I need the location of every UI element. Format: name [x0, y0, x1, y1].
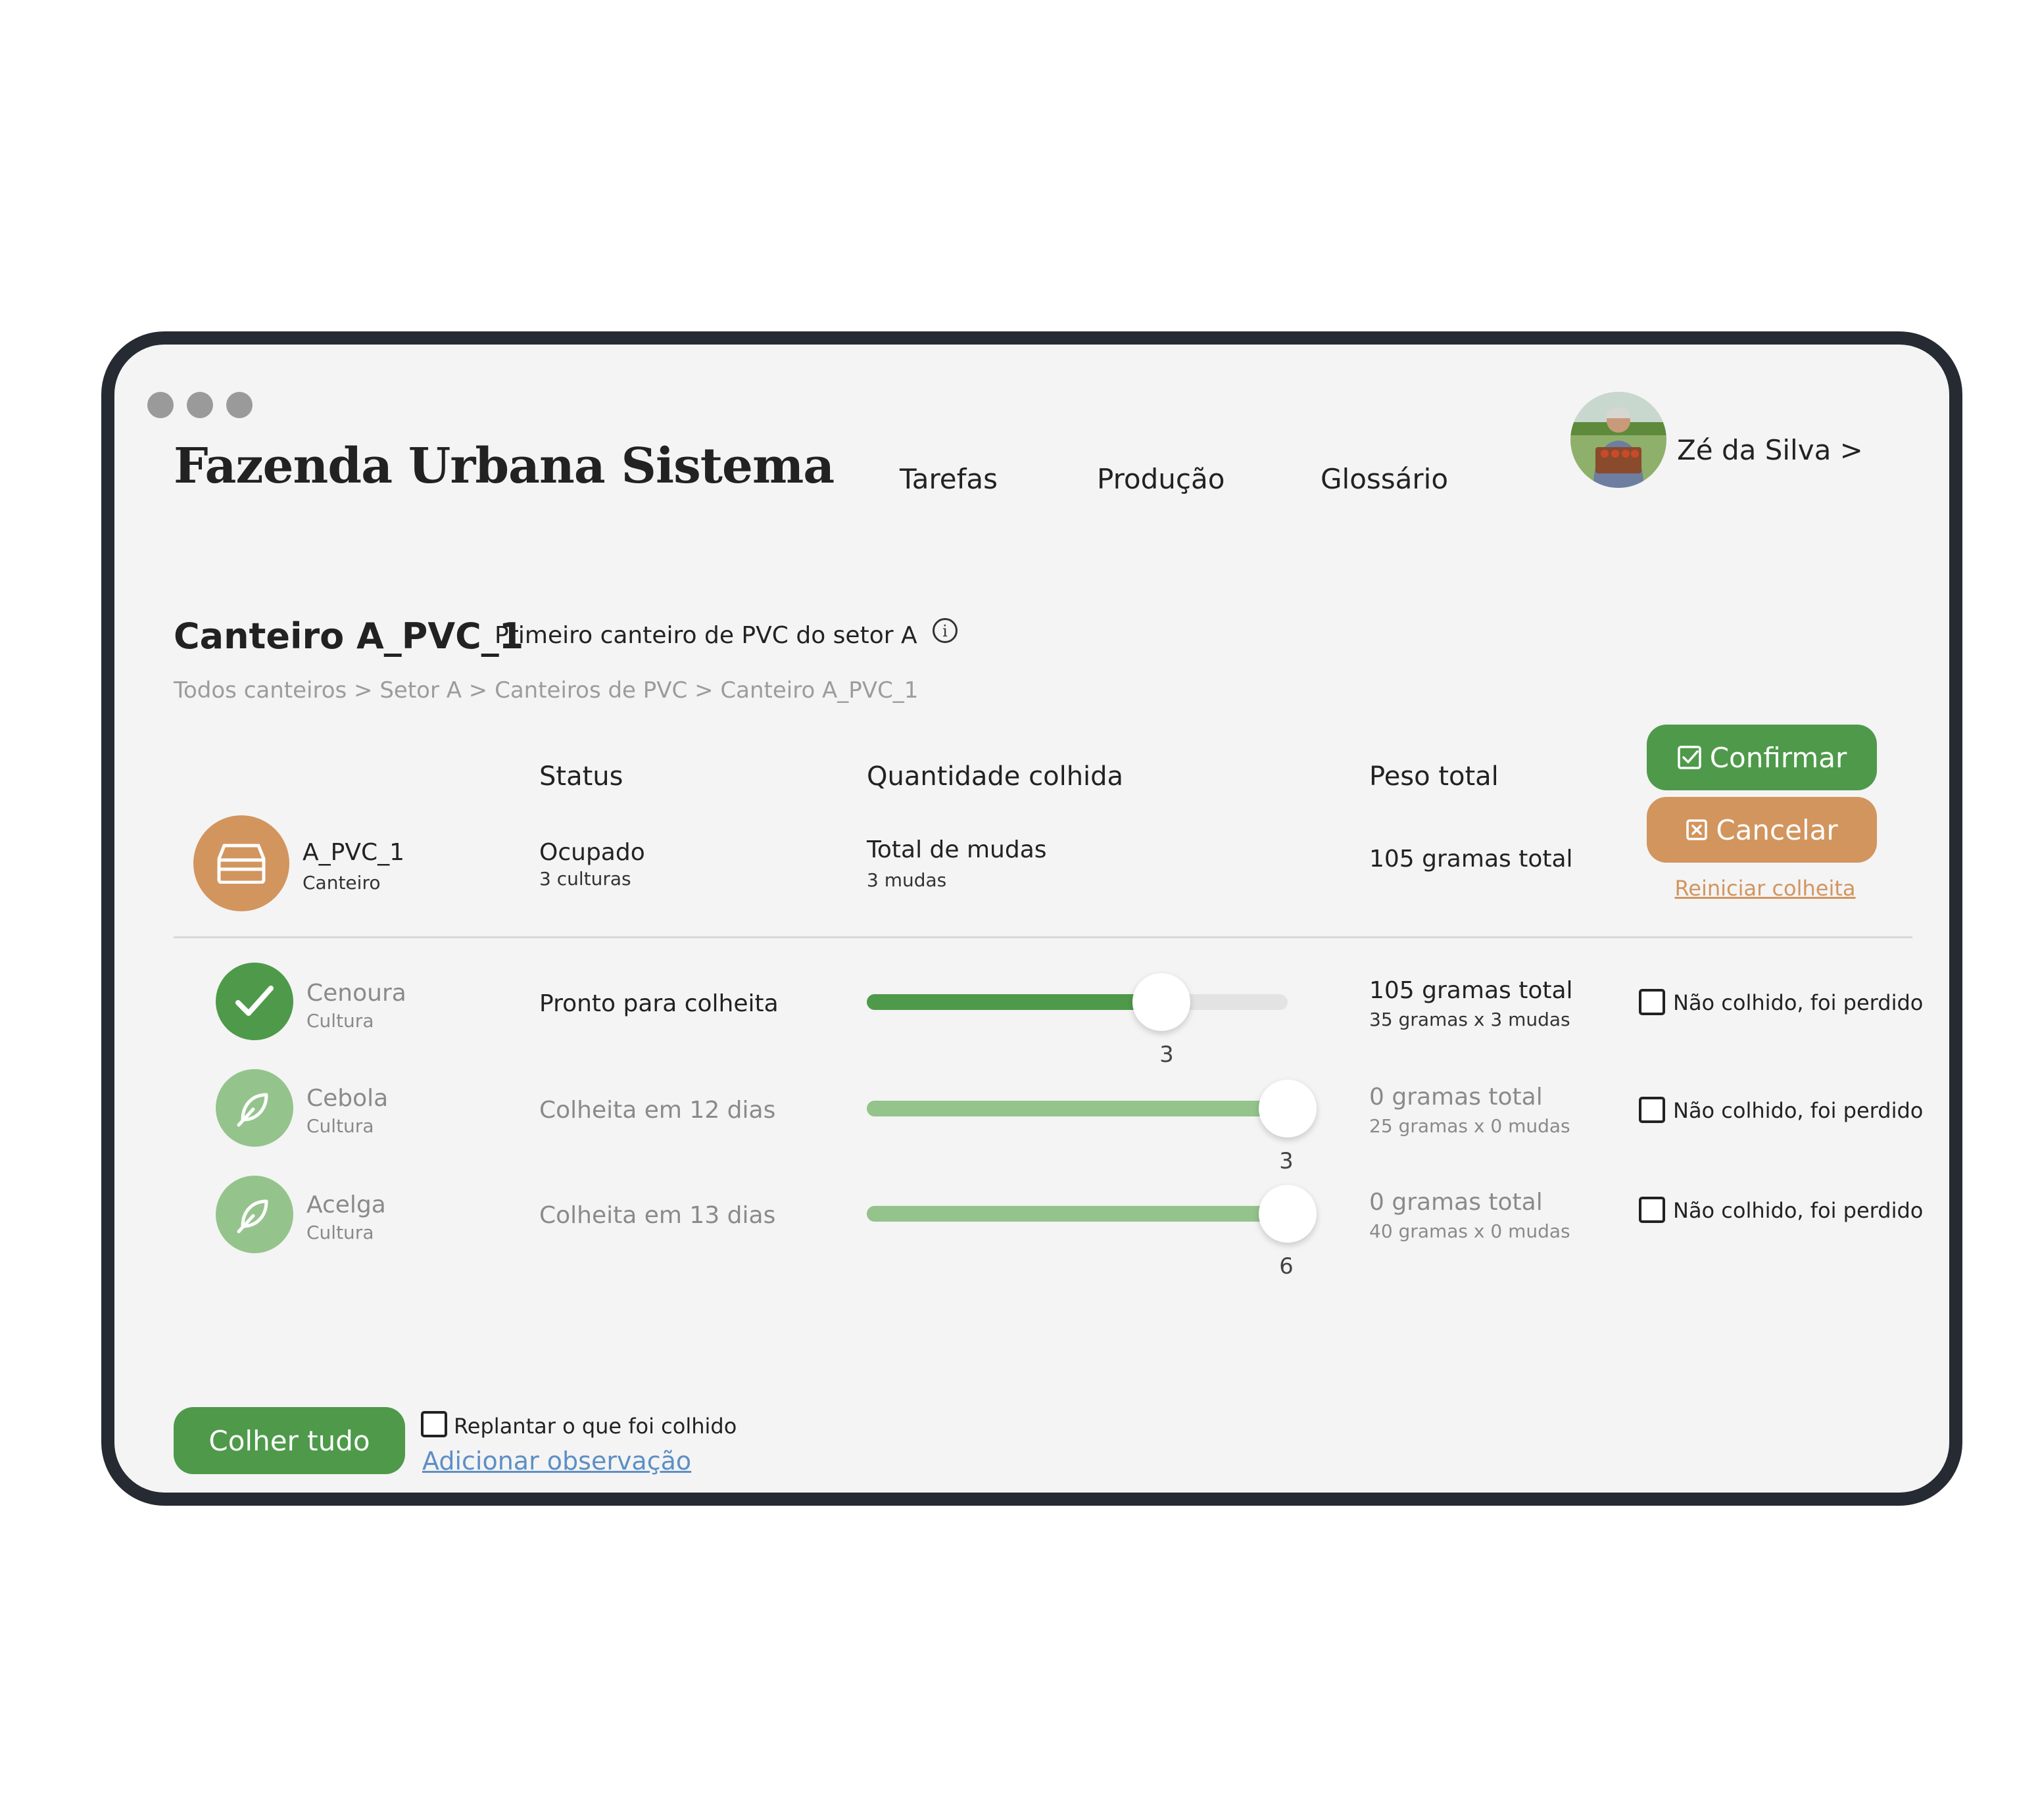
column-header-quantity: Quantidade colhida: [867, 761, 1124, 792]
lost-checkbox-label[interactable]: Não colhido, foi perdido: [1673, 990, 1923, 1015]
lost-checkbox[interactable]: [1639, 1097, 1665, 1123]
lost-checkbox-label[interactable]: Não colhido, foi perdido: [1673, 1098, 1923, 1123]
crop-weight-detail: 35 gramas x 3 mudas: [1369, 1009, 1570, 1030]
info-icon[interactable]: i: [933, 618, 958, 643]
nav-glossario[interactable]: Glossário: [1321, 463, 1448, 495]
bed-quantity-detail: 3 mudas: [867, 869, 947, 891]
slider-thumb[interactable]: [1259, 1080, 1317, 1138]
divider: [174, 936, 1912, 938]
lost-checkbox-label[interactable]: Não colhido, foi perdido: [1673, 1198, 1923, 1223]
crop-status: Pronto para colheita: [539, 990, 779, 1017]
crop-name: Cebola: [306, 1085, 389, 1112]
confirm-label: Confirmar: [1709, 741, 1847, 774]
window-dot-1[interactable]: [147, 392, 174, 418]
window-dot-3[interactable]: [226, 392, 253, 418]
slider-thumb[interactable]: [1259, 1185, 1317, 1243]
crop-type: Cultura: [306, 1010, 374, 1032]
window-dot-2[interactable]: [187, 392, 213, 418]
app-window: Fazenda Urbana Sistema Tarefas Produção …: [101, 331, 1962, 1506]
cancel-button[interactable]: Cancelar: [1647, 797, 1877, 863]
replant-checkbox-label[interactable]: Replantar o que foi colhido: [454, 1414, 737, 1439]
cancel-label: Cancelar: [1716, 813, 1838, 846]
crop-weight-total: 0 gramas total: [1369, 1084, 1543, 1111]
check-icon: [216, 963, 293, 1040]
slider-value: 6: [1279, 1253, 1294, 1280]
page-title: Canteiro A_PVC_1: [174, 615, 524, 657]
crop-type: Cultura: [306, 1222, 374, 1243]
page-subtitle: Primeiro canteiro de PVC do setor A: [495, 622, 917, 649]
column-header-status: Status: [539, 761, 623, 792]
harvest-all-button[interactable]: Colher tudo: [174, 1407, 405, 1474]
bed-icon: [193, 815, 289, 911]
leaf-icon: [216, 1176, 293, 1253]
crop-weight-detail: 25 gramas x 0 mudas: [1369, 1115, 1570, 1137]
bed-id: A_PVC_1: [303, 839, 405, 866]
user-menu[interactable]: Zé da Silva >: [1677, 434, 1863, 466]
crop-weight-total: 0 gramas total: [1369, 1189, 1543, 1216]
crop-name: Cenoura: [306, 980, 406, 1007]
checkbox-check-icon: [1677, 746, 1701, 769]
slider-thumb[interactable]: [1132, 973, 1190, 1031]
lost-checkbox[interactable]: [1639, 989, 1665, 1015]
slider-fill: [867, 1101, 1288, 1116]
column-header-weight: Peso total: [1369, 761, 1499, 792]
slider-fill: [867, 1206, 1288, 1222]
bed-type: Canteiro: [303, 872, 381, 894]
slider-fill: [867, 994, 1161, 1010]
crop-status: Colheita em 12 dias: [539, 1097, 776, 1124]
crop-name: Acelga: [306, 1191, 386, 1218]
replant-checkbox[interactable]: [421, 1411, 447, 1437]
crop-status: Colheita em 13 dias: [539, 1202, 776, 1229]
quantity-slider[interactable]: [867, 973, 1288, 1031]
app-title: Fazenda Urbana Sistema: [174, 438, 835, 494]
crop-weight-detail: 40 gramas x 0 mudas: [1369, 1220, 1570, 1242]
avatar[interactable]: [1570, 392, 1666, 488]
close-box-icon: [1686, 819, 1708, 840]
leaf-icon: [216, 1069, 293, 1147]
bed-status: Ocupado: [539, 839, 645, 866]
slider-value: 3: [1159, 1042, 1174, 1068]
nav-producao[interactable]: Produção: [1097, 463, 1225, 495]
lost-checkbox[interactable]: [1639, 1197, 1665, 1223]
bed-quantity: Total de mudas: [867, 836, 1047, 863]
bed-weight: 105 gramas total: [1369, 846, 1573, 873]
quantity-slider[interactable]: [867, 1185, 1317, 1243]
bed-status-detail: 3 culturas: [539, 868, 631, 890]
slider-value: 3: [1279, 1148, 1294, 1174]
add-note-link[interactable]: Adicionar observação: [422, 1447, 691, 1475]
crop-weight-total: 105 gramas total: [1369, 977, 1573, 1004]
confirm-button[interactable]: Confirmar: [1647, 725, 1877, 790]
breadcrumb[interactable]: Todos canteiros > Setor A > Canteiros de…: [174, 677, 918, 704]
quantity-slider[interactable]: [867, 1080, 1317, 1138]
reset-harvest-link[interactable]: Reiniciar colheita: [1666, 876, 1864, 901]
nav-tarefas[interactable]: Tarefas: [900, 463, 998, 495]
crop-type: Cultura: [306, 1115, 374, 1137]
